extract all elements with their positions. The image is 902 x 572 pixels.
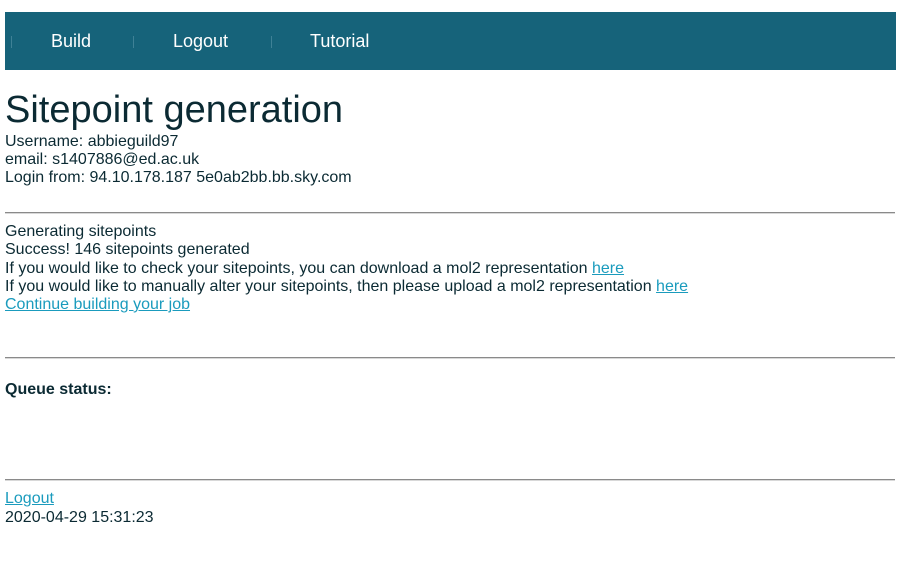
footer-logout-line: Logout [5, 490, 54, 508]
login-origin-text: Login from: 94.10.178.187 5e0ab2bb.bb.sk… [5, 169, 352, 186]
divider [5, 479, 895, 481]
email-text: email: s1407886@ed.ac.uk [5, 151, 200, 168]
nav-tutorial-link[interactable]: Tutorial [310, 31, 369, 51]
generating-heading: Generating sitepoints [5, 223, 157, 240]
divider [5, 357, 895, 359]
upload-instruction: If you would like to manually alter your… [5, 278, 688, 296]
divider [5, 212, 895, 214]
footer-logout-link[interactable]: Logout [5, 490, 54, 507]
upload-instruction-text: If you would like to manually alter your… [5, 278, 657, 295]
upload-mol2-link[interactable]: here [656, 278, 688, 295]
download-instruction: If you would like to check your sitepoin… [5, 260, 624, 278]
nav-separator [11, 36, 12, 48]
continue-building-line: Continue building your job [5, 296, 190, 314]
nav-logout-link[interactable]: Logout [173, 31, 228, 51]
username-text: Username: abbieguild97 [5, 133, 179, 150]
download-mol2-link[interactable]: here [592, 260, 624, 277]
top-navbar: Build Logout Tutorial [5, 12, 896, 70]
nav-build-link[interactable]: Build [51, 31, 91, 51]
download-instruction-text: If you would like to check your sitepoin… [5, 260, 592, 277]
nav-separator [271, 36, 272, 48]
page-title: Sitepoint generation [5, 89, 344, 131]
nav-separator [133, 36, 134, 48]
queue-status-label: Queue status: [5, 381, 112, 398]
continue-building-link[interactable]: Continue building your job [5, 296, 190, 313]
timestamp: 2020-04-29 15:31:23 [5, 509, 154, 526]
success-message: Success! 146 sitepoints generated [5, 241, 250, 258]
